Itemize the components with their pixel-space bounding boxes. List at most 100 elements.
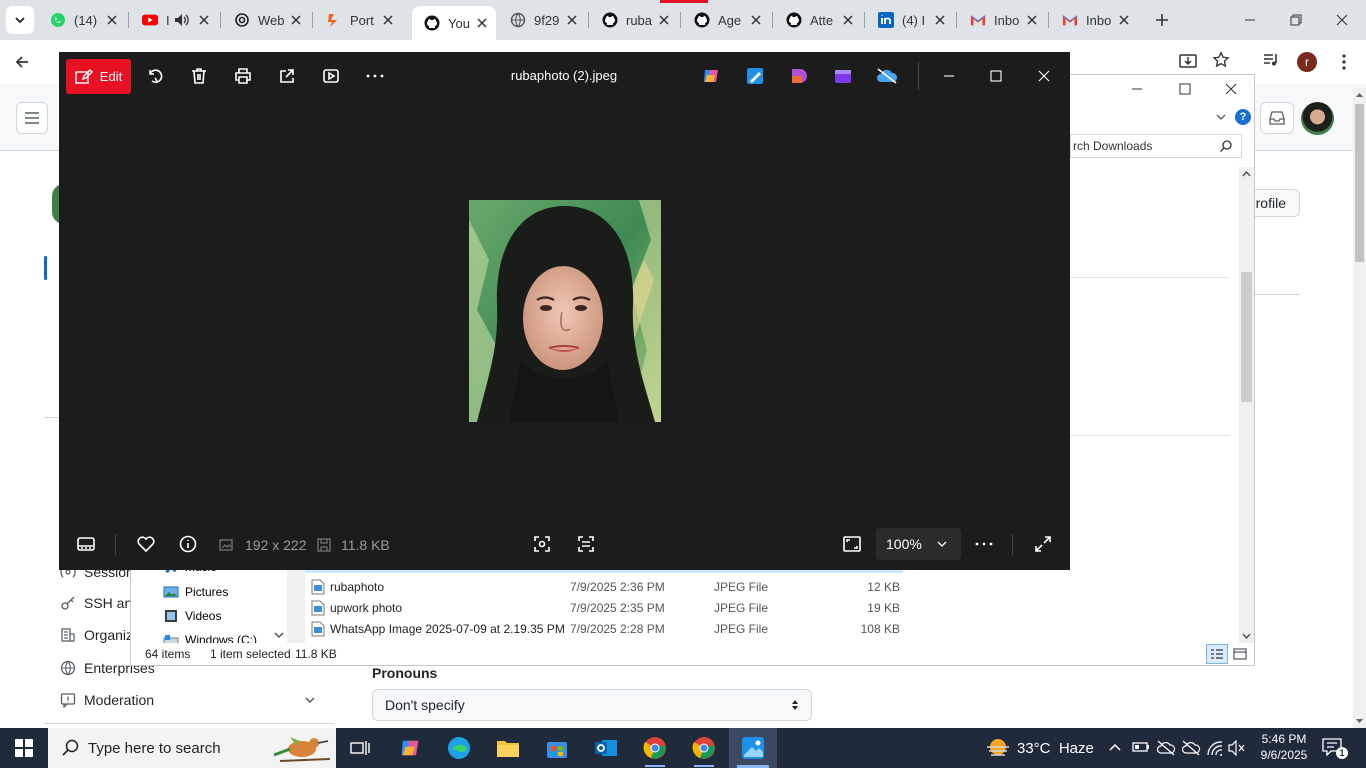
tray-onedrive-2[interactable] (1181, 740, 1201, 756)
help-icon[interactable]: ? (1235, 109, 1251, 125)
onedrive-button[interactable] (869, 60, 905, 92)
visual-search-button[interactable] (527, 528, 557, 560)
tab-portfolio-3[interactable]: Port (314, 4, 402, 36)
tab-github-4[interactable]: You (412, 6, 496, 40)
explorer-maximize-button[interactable] (1179, 83, 1199, 99)
photo-canvas[interactable] (469, 200, 661, 422)
details-view-button[interactable] (1206, 644, 1228, 664)
file-info-button[interactable] (173, 528, 203, 560)
close-tab-icon[interactable] (840, 12, 856, 28)
nav-item-pictures[interactable]: Pictures (163, 584, 228, 600)
zoom-more-button[interactable] (969, 528, 999, 560)
file-row[interactable]: rubaphoto 7/9/2025 2:36 PM JPEG File 12 KB (305, 577, 903, 597)
zoom-select[interactable]: 100% (876, 528, 961, 560)
taskbar-photos[interactable] (729, 728, 777, 768)
notification-center-button[interactable]: 1 (1322, 738, 1348, 759)
explorer-search-box[interactable]: rch Downloads (1070, 134, 1242, 158)
delete-button[interactable] (181, 60, 217, 92)
install-app-button[interactable] (1178, 51, 1200, 73)
taskbar-edge[interactable] (435, 728, 483, 768)
bookmark-button[interactable] (1212, 51, 1234, 73)
viewer-maximize-button[interactable] (978, 60, 1014, 92)
start-button[interactable] (0, 728, 48, 768)
tray-battery[interactable] (1132, 740, 1150, 756)
close-tab-icon[interactable] (288, 12, 304, 28)
explorer-scrollbar-thumb[interactable] (1241, 272, 1252, 402)
explorer-close-button[interactable] (1225, 83, 1245, 99)
fullscreen-button[interactable] (1028, 528, 1058, 560)
close-tab-icon[interactable] (564, 12, 580, 28)
text-recognition-button[interactable] (571, 528, 601, 560)
inbox-button[interactable] (1260, 102, 1294, 134)
tab-openai-2[interactable]: Web (222, 4, 310, 36)
nav-item-videos[interactable]: Videos (163, 608, 221, 624)
tab-linkedin-9[interactable]: (4) I (866, 4, 954, 36)
taskbar-chrome-2[interactable] (680, 728, 728, 768)
paint-app-button[interactable] (737, 60, 773, 92)
sidebar-item-ssh[interactable]: SSH and (60, 593, 140, 613)
tab-gmail-11[interactable]: Inbo (1050, 4, 1138, 36)
back-button[interactable] (10, 50, 34, 74)
file-row[interactable]: WhatsApp Image 2025-07-09 at 2.19.35 PM 7… (305, 619, 903, 639)
tray-overflow-button[interactable] (1108, 740, 1124, 756)
fit-to-window-button[interactable] (837, 528, 867, 560)
taskbar-file-explorer[interactable] (484, 728, 532, 768)
page-scrollbar-thumb[interactable] (1355, 104, 1364, 262)
chevron-down-icon[interactable] (1216, 112, 1226, 122)
close-tab-icon[interactable] (656, 12, 672, 28)
thumbnail-view-button[interactable] (1230, 644, 1250, 664)
tab-github-7[interactable]: Age (682, 4, 770, 36)
close-tab-icon[interactable] (196, 12, 212, 28)
new-tab-button[interactable] (1150, 8, 1174, 32)
audio-playing-icon[interactable] (174, 12, 190, 28)
clock[interactable]: 5:46 PM 9/6/2025 (1252, 731, 1316, 765)
taskbar-chrome-1[interactable] (631, 728, 679, 768)
window-minimize-button[interactable] (1238, 8, 1262, 32)
taskbar-search-box[interactable]: Type here to search (48, 728, 336, 768)
filmstrip-button[interactable] (71, 528, 101, 560)
copilot-button[interactable] (693, 60, 729, 92)
github-menu-button[interactable] (16, 102, 48, 134)
taskbar-outlook[interactable] (582, 728, 630, 768)
window-restore-button[interactable] (1284, 8, 1308, 32)
tab-whatsapp-0[interactable]: (14) (38, 4, 126, 36)
close-tab-icon[interactable] (104, 12, 120, 28)
nav-scroll-down-icon[interactable] (274, 630, 284, 640)
tab-youtube-1[interactable]: I (130, 4, 218, 36)
tray-volume[interactable] (1228, 740, 1246, 756)
profile-avatar-button[interactable]: r (1297, 52, 1317, 72)
rotate-button[interactable] (137, 60, 173, 92)
viewer-close-button[interactable] (1026, 60, 1062, 92)
print-button[interactable] (225, 60, 261, 92)
explorer-minimize-button[interactable] (1131, 83, 1151, 99)
sidebar-item-moderation[interactable]: Moderation (60, 690, 316, 710)
page-scrollbar[interactable] (1353, 88, 1366, 728)
tab-globe-5[interactable]: 9f29 (498, 4, 586, 36)
explorer-scrollbar[interactable] (1239, 167, 1254, 643)
sidebar-item-organizations[interactable]: Organiz (60, 625, 133, 645)
close-tab-icon[interactable] (1116, 12, 1132, 28)
media-control-button[interactable] (1262, 51, 1284, 73)
designer-button[interactable] (781, 60, 817, 92)
task-view-button[interactable] (336, 728, 384, 768)
tab-github-6[interactable]: ruba (590, 4, 678, 36)
taskbar-copilot[interactable] (386, 728, 434, 768)
weather-widget[interactable]: 33°C Haze (985, 728, 1094, 768)
nav-item-windows-c[interactable]: Windows (C:) (163, 632, 257, 643)
browser-menu-button[interactable] (1334, 51, 1354, 73)
close-tab-icon[interactable] (1024, 12, 1040, 28)
pronouns-select[interactable]: Don't specify (372, 689, 812, 721)
more-options-button[interactable] (357, 60, 393, 92)
tab-search-button[interactable] (6, 6, 34, 34)
favorite-button[interactable] (131, 528, 161, 560)
edit-button[interactable]: Edit (66, 59, 131, 94)
viewer-minimize-button[interactable] (931, 60, 967, 92)
tab-gmail-10[interactable]: Inbo (958, 4, 1046, 36)
tray-onedrive-1[interactable] (1156, 740, 1176, 756)
share-button[interactable] (269, 60, 305, 92)
window-close-button[interactable] (1330, 8, 1354, 32)
taskbar-store[interactable] (533, 728, 581, 768)
clipchamp-button[interactable] (825, 60, 861, 92)
tray-wifi[interactable] (1206, 740, 1224, 756)
close-tab-icon[interactable] (932, 12, 948, 28)
